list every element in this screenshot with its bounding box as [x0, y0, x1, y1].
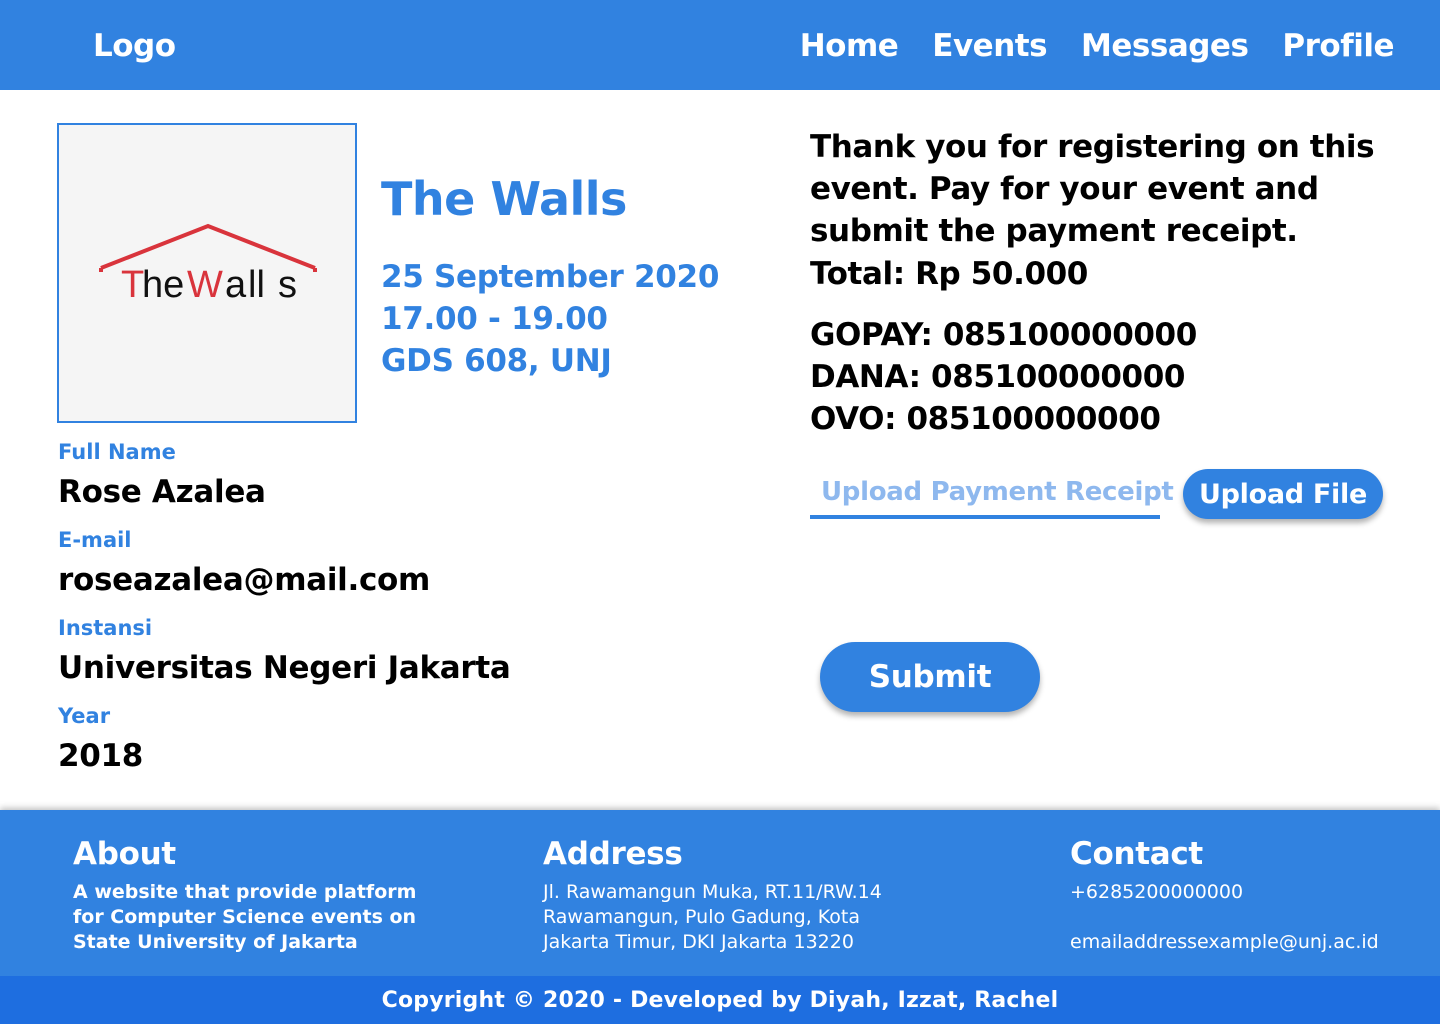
- event-date: 25 September 2020: [381, 259, 720, 295]
- payment-methods: GOPAY: 085100000000 DANA: 085100000000 O…: [810, 314, 1197, 440]
- footer-contact-heading: Contact: [1070, 836, 1203, 872]
- footer: About A website that provide platform fo…: [0, 810, 1440, 976]
- event-title: The Walls: [381, 172, 627, 226]
- footer-address-text: Jl. Rawamangun Muka, RT.11/RW.14 Rawaman…: [543, 881, 882, 953]
- full-name-label: Full Name: [58, 440, 176, 464]
- payment-receipt-placeholder: Upload Payment Receipt: [821, 477, 1174, 507]
- nav-links: Home Events Messages Profile: [800, 28, 1395, 64]
- logo-letter-w: W: [187, 264, 223, 306]
- footer-about-heading: About: [73, 836, 176, 872]
- registration-thanks-message: Thank you for registering on this event.…: [810, 129, 1375, 249]
- submit-button[interactable]: Submit: [820, 642, 1040, 712]
- logo-letter-s: s: [278, 264, 297, 306]
- event-location: GDS 608, UNJ: [381, 343, 612, 379]
- full-name-value: Rose Azalea: [58, 474, 266, 510]
- event-meta: 25 September 2020 17.00 - 19.00 GDS 608,…: [381, 256, 719, 382]
- nav-link-events[interactable]: Events: [932, 28, 1047, 64]
- payment-method-ovo: OVO: 085100000000: [810, 401, 1161, 437]
- footer-address-heading: Address: [543, 836, 683, 872]
- site-logo[interactable]: Logo: [93, 28, 176, 64]
- email-label: E-mail: [58, 528, 132, 552]
- logo-letters-ll: ll: [248, 264, 265, 306]
- email-value: roseazalea@mail.com: [58, 562, 431, 598]
- thewalls-logo-image: T he W a ll s: [99, 223, 317, 306]
- year-value: 2018: [58, 738, 144, 774]
- nav-link-profile[interactable]: Profile: [1282, 28, 1394, 64]
- navbar: Logo Home Events Messages Profile: [0, 0, 1440, 90]
- upload-file-button[interactable]: Upload File: [1183, 469, 1383, 519]
- event-time: 17.00 - 19.00: [381, 301, 608, 337]
- event-poster-image: T he W a ll s: [57, 123, 357, 423]
- year-label: Year: [58, 704, 111, 728]
- payment-method-gopay: GOPAY: 085100000000: [810, 317, 1197, 353]
- nav-link-home[interactable]: Home: [800, 28, 899, 64]
- payment-total: Total: Rp 50.000: [810, 256, 1088, 292]
- footer-contact-email[interactable]: emailaddressexample@unj.ac.id: [1070, 930, 1379, 955]
- payment-receipt-field[interactable]: Upload Payment Receipt: [810, 473, 1174, 519]
- instansi-value: Universitas Negeri Jakarta: [58, 650, 511, 686]
- logo-letter-a: a: [225, 264, 247, 306]
- instansi-label: Instansi: [58, 616, 153, 640]
- copyright-bar: Copyright © 2020 - Developed by Diyah, I…: [0, 976, 1440, 1024]
- logo-letter-t: T: [121, 264, 144, 306]
- payment-method-dana: DANA: 085100000000: [810, 359, 1186, 395]
- nav-link-messages[interactable]: Messages: [1081, 28, 1249, 64]
- footer-about-text: A website that provide platform for Comp…: [73, 881, 417, 953]
- footer-contact-phone: +6285200000000: [1070, 881, 1244, 903]
- logo-letters-he: he: [142, 264, 184, 306]
